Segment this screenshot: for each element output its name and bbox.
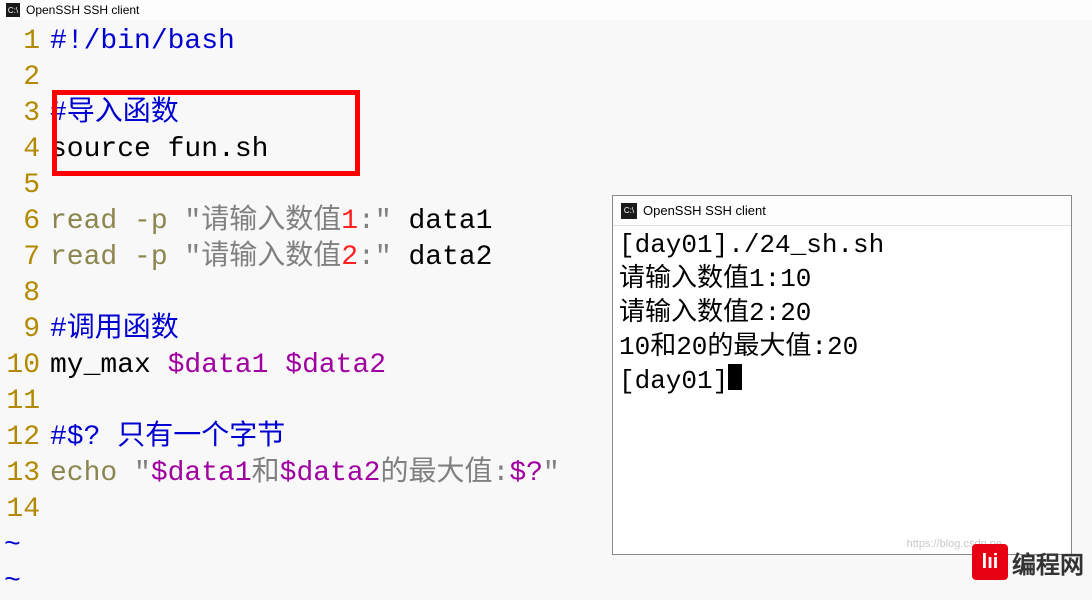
main-title-bar: C:\ OpenSSH SSH client [0,0,1092,20]
terminal-title-bar: C:\ OpenSSH SSH client [613,196,1071,226]
terminal-title-text: OpenSSH SSH client [643,203,766,218]
line-number: 5 [0,168,50,204]
line-number: 14 [0,492,50,528]
code-token: read -p [50,204,184,240]
code-token: 1 [341,204,358,240]
code-token: #导入函数 [50,96,179,132]
code-token: data2 [392,240,493,276]
site-logo: lıi 编程网 [972,544,1084,580]
code-token: :" [358,204,392,240]
terminal-output[interactable]: [day01]./24_sh.sh 请输入数值1:10 请输入数值2:20 10… [613,226,1071,400]
code-token: "请输入数值 [184,240,341,276]
code-token: 2 [341,240,358,276]
code-token [268,348,285,384]
terminal-line: 请输入数值2:20 [619,298,811,328]
code-token: #$? 只有一个字节 [50,420,285,456]
code-token: #!/bin/bash [50,24,235,60]
code-token: "请输入数值 [184,204,341,240]
terminal-line: [day01] [619,366,728,396]
main-title-text: OpenSSH SSH client [26,3,139,17]
code-token: echo [50,456,134,492]
code-token: :" [358,240,392,276]
code-token: my_max [50,348,168,384]
code-token: read -p [50,240,184,276]
line-number: 2 [0,60,50,96]
terminal-cursor [728,364,742,390]
code-token: $? [509,456,543,492]
line-number: 12 [0,420,50,456]
vim-tilde: ~ [0,564,1092,600]
code-token: " [134,456,151,492]
line-number: 10 [0,348,50,384]
terminal-line: 请输入数值1:10 [619,264,811,294]
code-token: $data2 [280,456,381,492]
cmd-icon: C:\ [621,203,637,219]
code-token: #调用函数 [50,312,179,348]
logo-text: 编程网 [1012,545,1084,580]
code-token: $data1 [151,456,252,492]
terminal-line: [day01]./24_sh.sh [619,230,884,260]
code-token: source fun.sh [50,132,268,168]
code-token: " [543,456,560,492]
line-number: 1 [0,24,50,60]
terminal-window[interactable]: C:\ OpenSSH SSH client [day01]./24_sh.sh… [612,195,1072,555]
line-number: 11 [0,384,50,420]
line-number: 13 [0,456,50,492]
logo-icon: lıi [972,544,1008,580]
line-number: 4 [0,132,50,168]
code-token: data1 [392,204,493,240]
line-number: 8 [0,276,50,312]
code-token: $data1 [168,348,269,384]
line-number: 6 [0,204,50,240]
code-token: $data2 [285,348,386,384]
code-token: 的最大值: [381,456,510,492]
code-token: 和 [252,456,280,492]
line-number: 7 [0,240,50,276]
line-number: 9 [0,312,50,348]
line-number: 3 [0,96,50,132]
terminal-line: 10和20的最大值:20 [619,332,858,362]
cmd-icon: C:\ [6,3,20,17]
